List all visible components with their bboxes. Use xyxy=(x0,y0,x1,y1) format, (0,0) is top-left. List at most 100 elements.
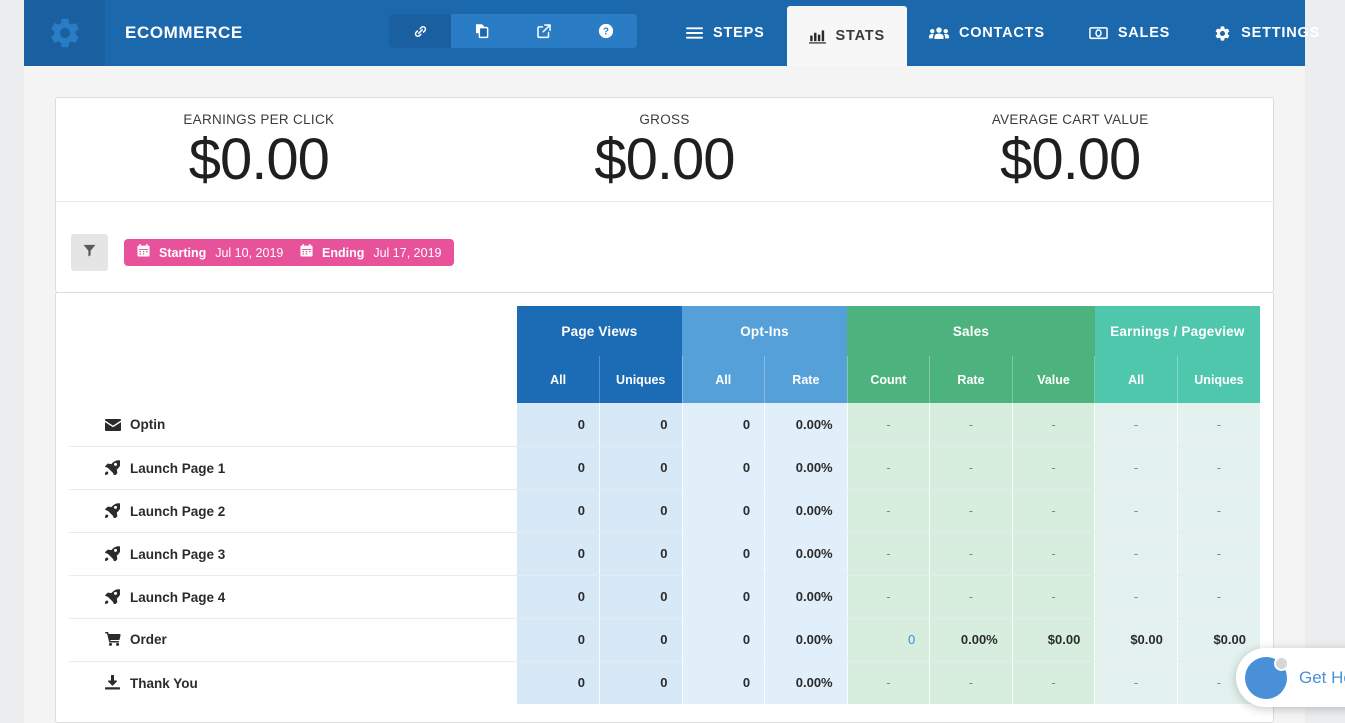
cell-pageviews-all: 0 xyxy=(516,403,600,447)
question-circle-icon: ? xyxy=(597,22,615,40)
sub-header-sales-count: Count xyxy=(846,356,930,403)
tab-stats[interactable]: STATS xyxy=(786,6,907,66)
chat-widget[interactable]: Get He xyxy=(1236,648,1345,707)
row-label-text: Launch Page 1 xyxy=(130,460,226,476)
cell-pageviews-uniques: 0 xyxy=(598,661,682,704)
row-label-thank-you[interactable]: Thank You xyxy=(69,661,517,704)
group-header-blank xyxy=(69,306,517,356)
start-date-label: Starting xyxy=(159,245,207,260)
summary-card-label: EARNINGS PER CLICK xyxy=(183,112,335,127)
cell-earnings-uniques: - xyxy=(1176,403,1260,447)
svg-text:?: ? xyxy=(603,26,609,37)
app-root: ECOMMERCE ? STEPS STATS CONTACTS SALES S… xyxy=(0,0,1345,723)
table-row: Launch Page 4 0 0 0 0.00% - - - - - xyxy=(69,575,1260,619)
cell-earnings-all: $0.00 xyxy=(1094,618,1178,662)
copy-icon xyxy=(473,22,491,40)
cell-sales-rate: - xyxy=(929,532,1013,576)
cell-optins-all: 0 xyxy=(681,446,765,490)
group-header-row: Page Views Opt-Ins Sales Earnings / Page… xyxy=(69,306,1260,356)
envelope-icon xyxy=(105,418,125,431)
main-tabs: STEPS STATS CONTACTS SALES SETTINGS xyxy=(664,0,1342,66)
start-date-picker[interactable]: Starting Jul 10, 2019 xyxy=(124,239,297,266)
download-icon xyxy=(105,674,125,690)
cell-sales-rate: - xyxy=(929,661,1013,704)
rocket-icon xyxy=(105,502,125,518)
cell-optins-all: 0 xyxy=(681,489,765,533)
summary-card-label: AVERAGE CART VALUE xyxy=(991,112,1149,127)
bars-icon xyxy=(686,26,703,40)
cell-pageviews-all: 0 xyxy=(516,575,600,619)
table-row: Launch Page 2 0 0 0 0.00% - - - - - xyxy=(69,489,1260,533)
cell-sales-value: $0.00 xyxy=(1011,618,1095,662)
summary-card-gross: GROSS $0.00 xyxy=(462,98,868,201)
brand-title: ECOMMERCE xyxy=(125,23,243,42)
table-row: Thank You 0 0 0 0.00% - - - - - xyxy=(69,661,1260,704)
cell-sales-count: - xyxy=(846,575,930,619)
calendar-icon xyxy=(137,243,150,262)
cell-pageviews-uniques: 0 xyxy=(598,403,682,447)
filter-icon xyxy=(83,244,96,262)
row-label-text: Launch Page 4 xyxy=(130,589,226,605)
tab-sales-label: SALES xyxy=(1117,24,1171,41)
chat-avatar-icon xyxy=(1245,655,1289,699)
tab-settings[interactable]: SETTINGS xyxy=(1192,0,1342,66)
cell-sales-rate: - xyxy=(929,489,1013,533)
funnel-action-buttons: ? xyxy=(389,14,637,48)
filter-panel: Starting Jul 10, 2019 Ending Jul 17, 201 xyxy=(55,201,1274,293)
sub-header-earnings-all: All xyxy=(1094,356,1178,403)
row-label-order[interactable]: Order xyxy=(69,618,517,662)
group-header-page-views: Page Views xyxy=(516,306,682,356)
rocket-icon xyxy=(105,545,125,561)
cell-sales-rate: - xyxy=(929,403,1013,447)
logo-block[interactable] xyxy=(24,0,105,66)
summary-card-value: $0.00 xyxy=(1000,127,1141,192)
cell-sales-value: - xyxy=(1011,575,1095,619)
cell-sales-value: - xyxy=(1011,661,1095,704)
cell-sales-rate: 0.00% xyxy=(929,618,1013,662)
cell-optins-all: 0 xyxy=(681,575,765,619)
cell-optins-rate: 0.00% xyxy=(764,661,848,704)
row-label-launch-page-2[interactable]: Launch Page 2 xyxy=(69,489,517,533)
link-button[interactable] xyxy=(389,14,451,48)
cell-sales-count[interactable]: 0 xyxy=(846,618,930,662)
clone-button[interactable] xyxy=(451,14,513,48)
summary-card-earnings-per-click: EARNINGS PER CLICK $0.00 xyxy=(56,98,462,201)
cell-earnings-uniques: - xyxy=(1176,532,1260,576)
group-header-opt-ins: Opt-Ins xyxy=(682,306,848,356)
sub-header-earnings-uniques: Uniques xyxy=(1176,356,1260,403)
external-link-icon xyxy=(535,22,553,40)
cell-sales-rate: - xyxy=(929,446,1013,490)
preview-button[interactable] xyxy=(513,14,575,48)
cell-earnings-uniques: - xyxy=(1176,575,1260,619)
shopping-cart-icon xyxy=(105,632,125,646)
end-date-picker[interactable]: Ending Jul 17, 2019 xyxy=(287,239,455,266)
row-label-launch-page-1[interactable]: Launch Page 1 xyxy=(69,446,517,490)
tab-steps[interactable]: STEPS xyxy=(664,0,787,66)
end-date-label: Ending xyxy=(322,245,365,260)
cell-optins-all: 0 xyxy=(681,403,765,447)
row-label-launch-page-3[interactable]: Launch Page 3 xyxy=(69,532,517,576)
cell-sales-count: - xyxy=(846,532,930,576)
help-button[interactable]: ? xyxy=(575,14,637,48)
cell-sales-count: - xyxy=(846,403,930,447)
cell-optins-rate: 0.00% xyxy=(764,489,848,533)
tab-stats-label: STATS xyxy=(835,27,885,44)
group-header-sales: Sales xyxy=(847,306,1095,356)
cell-pageviews-all: 0 xyxy=(516,661,600,704)
cell-earnings-all: - xyxy=(1094,403,1178,447)
cell-pageviews-all: 0 xyxy=(516,489,600,533)
gear-icon xyxy=(1214,25,1231,42)
group-header-earnings-per-pageview: Earnings / Pageview xyxy=(1094,306,1260,356)
filter-button[interactable] xyxy=(71,234,108,271)
cell-pageviews-uniques: 0 xyxy=(598,575,682,619)
cell-earnings-all: - xyxy=(1094,446,1178,490)
end-date-value: Jul 17, 2019 xyxy=(373,245,442,260)
tab-sales[interactable]: SALES xyxy=(1067,0,1192,66)
row-label-launch-page-4[interactable]: Launch Page 4 xyxy=(69,575,517,619)
tab-contacts[interactable]: CONTACTS xyxy=(907,0,1067,66)
sub-header-row: All Uniques All Rate Count Rate Value Al… xyxy=(69,356,1260,403)
gear-icon xyxy=(48,16,82,50)
cell-sales-value: - xyxy=(1011,446,1095,490)
row-label-optin[interactable]: Optin xyxy=(69,403,517,447)
row-label-text: Thank You xyxy=(130,675,198,691)
